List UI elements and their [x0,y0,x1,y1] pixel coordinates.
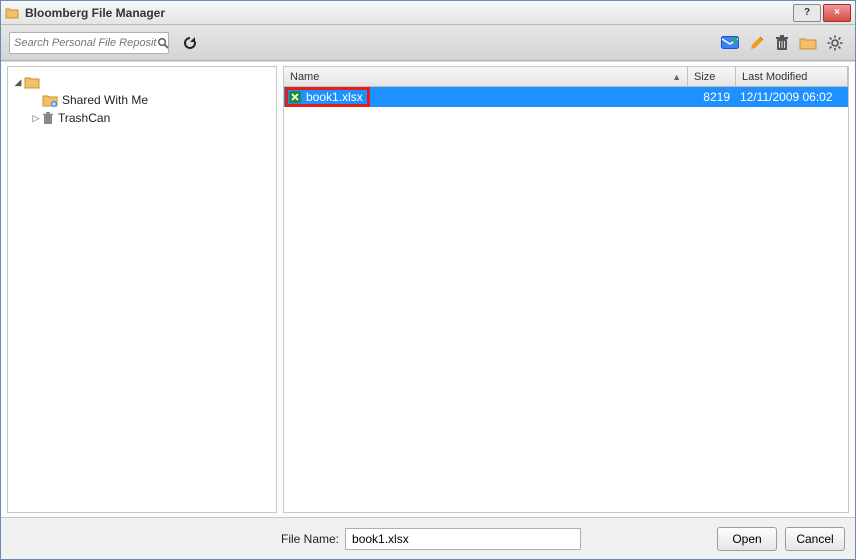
expand-icon[interactable]: ▷ [30,113,42,124]
gear-icon[interactable] [827,35,843,51]
cancel-button[interactable]: Cancel [785,527,845,551]
sort-asc-icon: ▲ [672,72,681,82]
file-name: book1.xlsx [306,90,363,104]
toolbar [1,25,855,61]
toolbar-actions [721,35,847,51]
file-modified: 12/11/2009 06:02 [736,90,848,104]
app-folder-icon [5,7,19,19]
folder-icon[interactable] [799,36,817,50]
titlebar: Bloomberg File Manager ? × [1,1,855,25]
tree-root[interactable]: ◢ [12,73,272,91]
shared-folder-icon [42,94,58,107]
search-icon[interactable] [157,37,169,49]
tree-item-label: TrashCan [58,111,110,125]
edit-icon[interactable] [749,35,765,51]
trash-icon[interactable] [775,35,789,51]
folder-icon [24,76,40,89]
collapse-icon[interactable]: ◢ [12,77,24,88]
tree-item-label: Shared With Me [62,93,148,107]
search-box[interactable] [9,32,169,54]
window-title: Bloomberg File Manager [25,6,165,20]
filename-label: File Name: [281,532,339,546]
tree-shared-with-me[interactable]: Shared With Me [12,91,272,109]
mail-icon[interactable] [721,36,739,50]
column-modified[interactable]: Last Modified [736,67,848,86]
column-modified-label: Last Modified [742,71,807,83]
excel-file-icon [288,90,302,104]
trash-icon [42,112,54,125]
search-input[interactable] [14,37,157,49]
folder-tree: ◢ Shared With Me ▷ TrashCan [7,66,277,513]
tree-trashcan[interactable]: ▷ TrashCan [12,109,272,127]
filename-input[interactable] [345,528,581,550]
refresh-button[interactable] [179,32,201,54]
footer: File Name: Open Cancel [1,517,855,559]
file-row[interactable]: book1.xlsx 8219 12/11/2009 06:02 [284,87,848,107]
selection-highlight: book1.xlsx [285,87,370,107]
column-size[interactable]: Size [688,67,736,86]
file-manager-window: Bloomberg File Manager ? × [0,0,856,560]
column-size-label: Size [694,71,715,83]
column-name[interactable]: Name ▲ [284,67,688,86]
titlebar-help-button[interactable]: ? [793,4,821,22]
titlebar-close-button[interactable]: × [823,4,851,22]
column-name-label: Name [290,71,319,83]
file-size: 8219 [688,90,736,104]
file-list-empty-area[interactable] [284,107,848,512]
file-list-panel: Name ▲ Size Last Modified book1.xlsx 821… [283,66,849,513]
content-area: ◢ Shared With Me ▷ TrashCan Name [1,61,855,517]
column-headers: Name ▲ Size Last Modified [284,67,848,87]
open-button[interactable]: Open [717,527,777,551]
